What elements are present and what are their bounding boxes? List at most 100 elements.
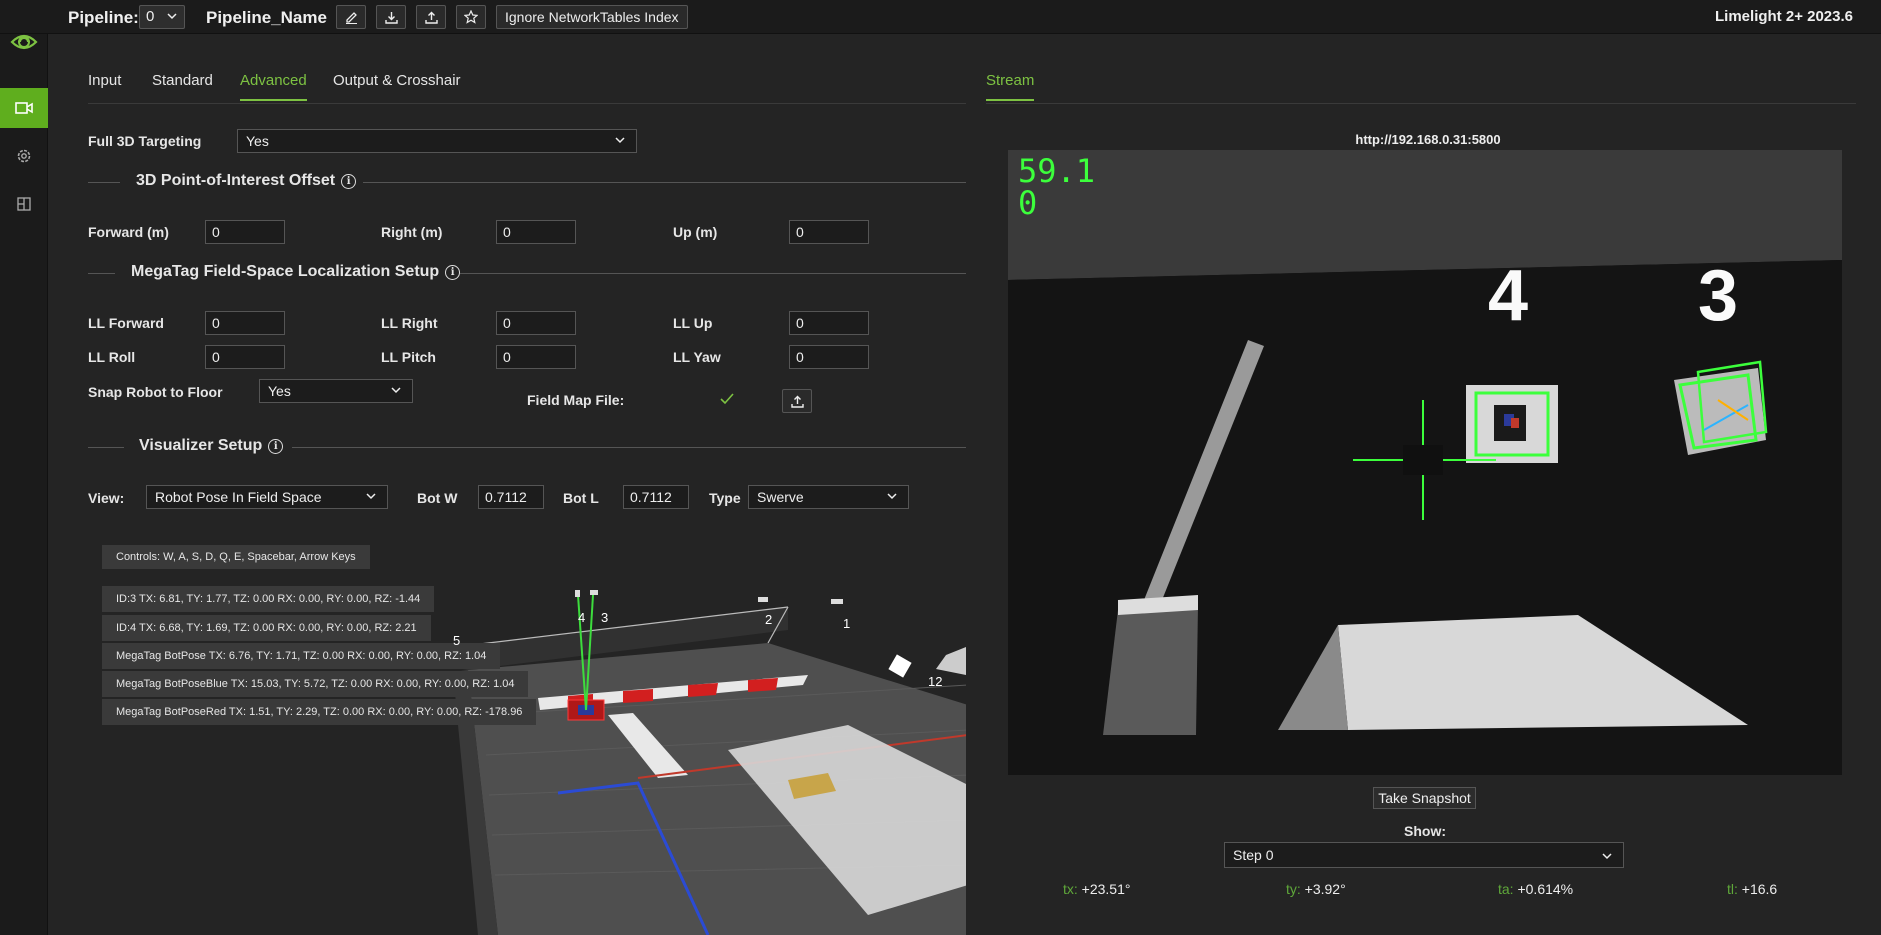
poi-forward-input[interactable]: 0 xyxy=(205,220,285,244)
tab-advanced[interactable]: Advanced xyxy=(240,72,307,101)
poi-forward-label: Forward (m) xyxy=(88,224,169,240)
megatag-botpose-blue-readout: MegaTag BotPoseBlue TX: 15.03, TY: 5.72,… xyxy=(102,671,529,697)
info-icon[interactable]: i xyxy=(268,438,284,454)
take-snapshot-button[interactable]: Take Snapshot xyxy=(1373,787,1476,809)
sidebar-item-layout[interactable] xyxy=(0,184,48,224)
info-icon[interactable]: i xyxy=(445,264,461,280)
poi-up-input[interactable]: 0 xyxy=(789,220,869,244)
sidebar-item-settings[interactable] xyxy=(0,136,48,176)
bot-length-label: Bot L xyxy=(563,490,599,506)
ll-up-input[interactable]: 0 xyxy=(789,311,869,335)
chevron-down-icon xyxy=(1602,853,1612,860)
ignore-nt-index-button[interactable]: Ignore NetworkTables Index xyxy=(496,5,688,29)
field-map-label: Field Map File: xyxy=(527,392,625,408)
ty-value: +3.92° xyxy=(1304,881,1346,897)
poi-section-header: 3D Point-of-Interest Offset i xyxy=(88,172,966,192)
full3d-label: Full 3D Targeting xyxy=(88,133,202,149)
tab-stream[interactable]: Stream xyxy=(986,72,1035,101)
bot-width-input[interactable]: 0.7112 xyxy=(478,485,544,509)
ll-yaw-input[interactable]: 0 xyxy=(789,345,869,369)
megatag-botpose-readout: MegaTag BotPose TX: 6.76, TY: 1.71, TZ: … xyxy=(102,643,501,669)
sidebar-item-camera[interactable] xyxy=(0,88,48,128)
camera-frame xyxy=(1008,150,1842,775)
gear-icon xyxy=(17,149,31,163)
upload-icon xyxy=(424,11,438,24)
upload-button[interactable] xyxy=(416,5,446,29)
camera-stream[interactable]: 59.1 0 4 3 xyxy=(1008,150,1842,775)
stream-url: http://192.168.0.31:5800 xyxy=(1355,132,1501,147)
upload-icon xyxy=(790,395,804,408)
checkmark-icon xyxy=(720,393,734,405)
chevron-down-icon xyxy=(887,493,897,500)
stream-tabs: Stream xyxy=(986,62,1856,104)
tag-readout: ID:4 TX: 6.68, TY: 1.69, TZ: 0.00 RX: 0.… xyxy=(102,615,431,641)
chevron-down-icon xyxy=(167,13,177,20)
bot-width-label: Bot W xyxy=(417,490,458,506)
bot-length-input[interactable]: 0.7112 xyxy=(623,485,689,509)
ll-forward-input[interactable]: 0 xyxy=(205,311,285,335)
snap-floor-select[interactable]: Yes xyxy=(259,379,413,403)
ll-pitch-input[interactable]: 0 xyxy=(496,345,576,369)
pencil-icon xyxy=(345,11,357,24)
latency-readout: 0 xyxy=(1018,184,1038,222)
ll-yaw-label: LL Yaw xyxy=(673,349,721,365)
tag-label: 2 xyxy=(765,612,773,627)
ta-stat: ta: +0.614% xyxy=(1498,881,1574,897)
ty-stat: ty: +3.92° xyxy=(1286,881,1346,897)
camera-icon xyxy=(15,102,33,114)
full3d-select[interactable]: Yes xyxy=(237,129,637,153)
ll-pitch-label: LL Pitch xyxy=(381,349,436,365)
drive-type-value: Swerve xyxy=(757,489,804,505)
pipeline-name[interactable]: Pipeline_Name xyxy=(206,8,327,28)
tag-readout: ID:3 TX: 6.81, TY: 1.77, TZ: 0.00 RX: 0.… xyxy=(102,586,435,612)
tab-output-crosshair[interactable]: Output & Crosshair xyxy=(333,72,461,99)
ll-right-input[interactable]: 0 xyxy=(496,311,576,335)
tag-label: 4 xyxy=(578,610,586,625)
visualizer-section-header: Visualizer Setup i xyxy=(88,437,966,457)
layout-icon xyxy=(17,197,31,211)
show-select[interactable]: Step 0 xyxy=(1224,842,1624,868)
visualizer-section-title: Visualizer Setup xyxy=(139,437,263,454)
full3d-value: Yes xyxy=(246,133,269,149)
ll-forward-label: LL Forward xyxy=(88,315,164,331)
tx-value: +23.51° xyxy=(1081,881,1131,897)
ll-right-label: LL Right xyxy=(381,315,438,331)
tag-number-label: 4 xyxy=(1488,256,1529,336)
snap-floor-value: Yes xyxy=(268,383,291,399)
drive-type-label: Type xyxy=(709,490,741,506)
chevron-down-icon xyxy=(366,493,376,500)
view-value: Robot Pose In Field Space xyxy=(155,489,322,505)
snap-floor-label: Snap Robot to Floor xyxy=(88,384,223,400)
version-label: Limelight 2+ 2023.6 xyxy=(1715,8,1853,25)
view-select[interactable]: Robot Pose In Field Space xyxy=(146,485,388,509)
tl-value: +16.6 xyxy=(1741,881,1778,897)
download-button[interactable] xyxy=(376,5,406,29)
pipeline-index-select[interactable]: 0 xyxy=(139,5,185,29)
field-visualizer-3d[interactable]: Controls: W, A, S, D, Q, E, Spacebar, Ar… xyxy=(88,535,966,935)
edit-name-button[interactable] xyxy=(336,5,366,29)
star-icon xyxy=(464,10,478,24)
poi-up-label: Up (m) xyxy=(673,224,718,240)
tab-input[interactable]: Input xyxy=(88,72,121,99)
tag-label: 12 xyxy=(928,674,943,689)
drive-type-select[interactable]: Swerve xyxy=(748,485,909,509)
controls-hint: Controls: W, A, S, D, Q, E, Spacebar, Ar… xyxy=(102,545,370,569)
view-label: View: xyxy=(88,490,125,506)
ta-value: +0.614% xyxy=(1517,881,1574,897)
tl-stat: tl: +16.6 xyxy=(1727,881,1778,897)
tag-number-label: 3 xyxy=(1698,256,1739,336)
info-icon[interactable]: i xyxy=(341,173,357,189)
sidebar xyxy=(0,0,48,935)
tag-label: 1 xyxy=(843,616,851,631)
ll-roll-input[interactable]: 0 xyxy=(205,345,285,369)
tx-stat: tx: +23.51° xyxy=(1063,881,1131,897)
tag-label: 3 xyxy=(601,610,609,625)
download-icon xyxy=(384,11,398,24)
fps-readout: 59.1 xyxy=(1018,152,1096,190)
poi-right-input[interactable]: 0 xyxy=(496,220,576,244)
favorite-button[interactable] xyxy=(456,5,486,29)
tab-standard[interactable]: Standard xyxy=(152,72,213,99)
ll-roll-label: LL Roll xyxy=(88,349,136,365)
megatag-botpose-red-readout: MegaTag BotPoseRed TX: 1.51, TY: 2.29, T… xyxy=(102,699,537,725)
field-map-upload-button[interactable] xyxy=(782,389,812,413)
